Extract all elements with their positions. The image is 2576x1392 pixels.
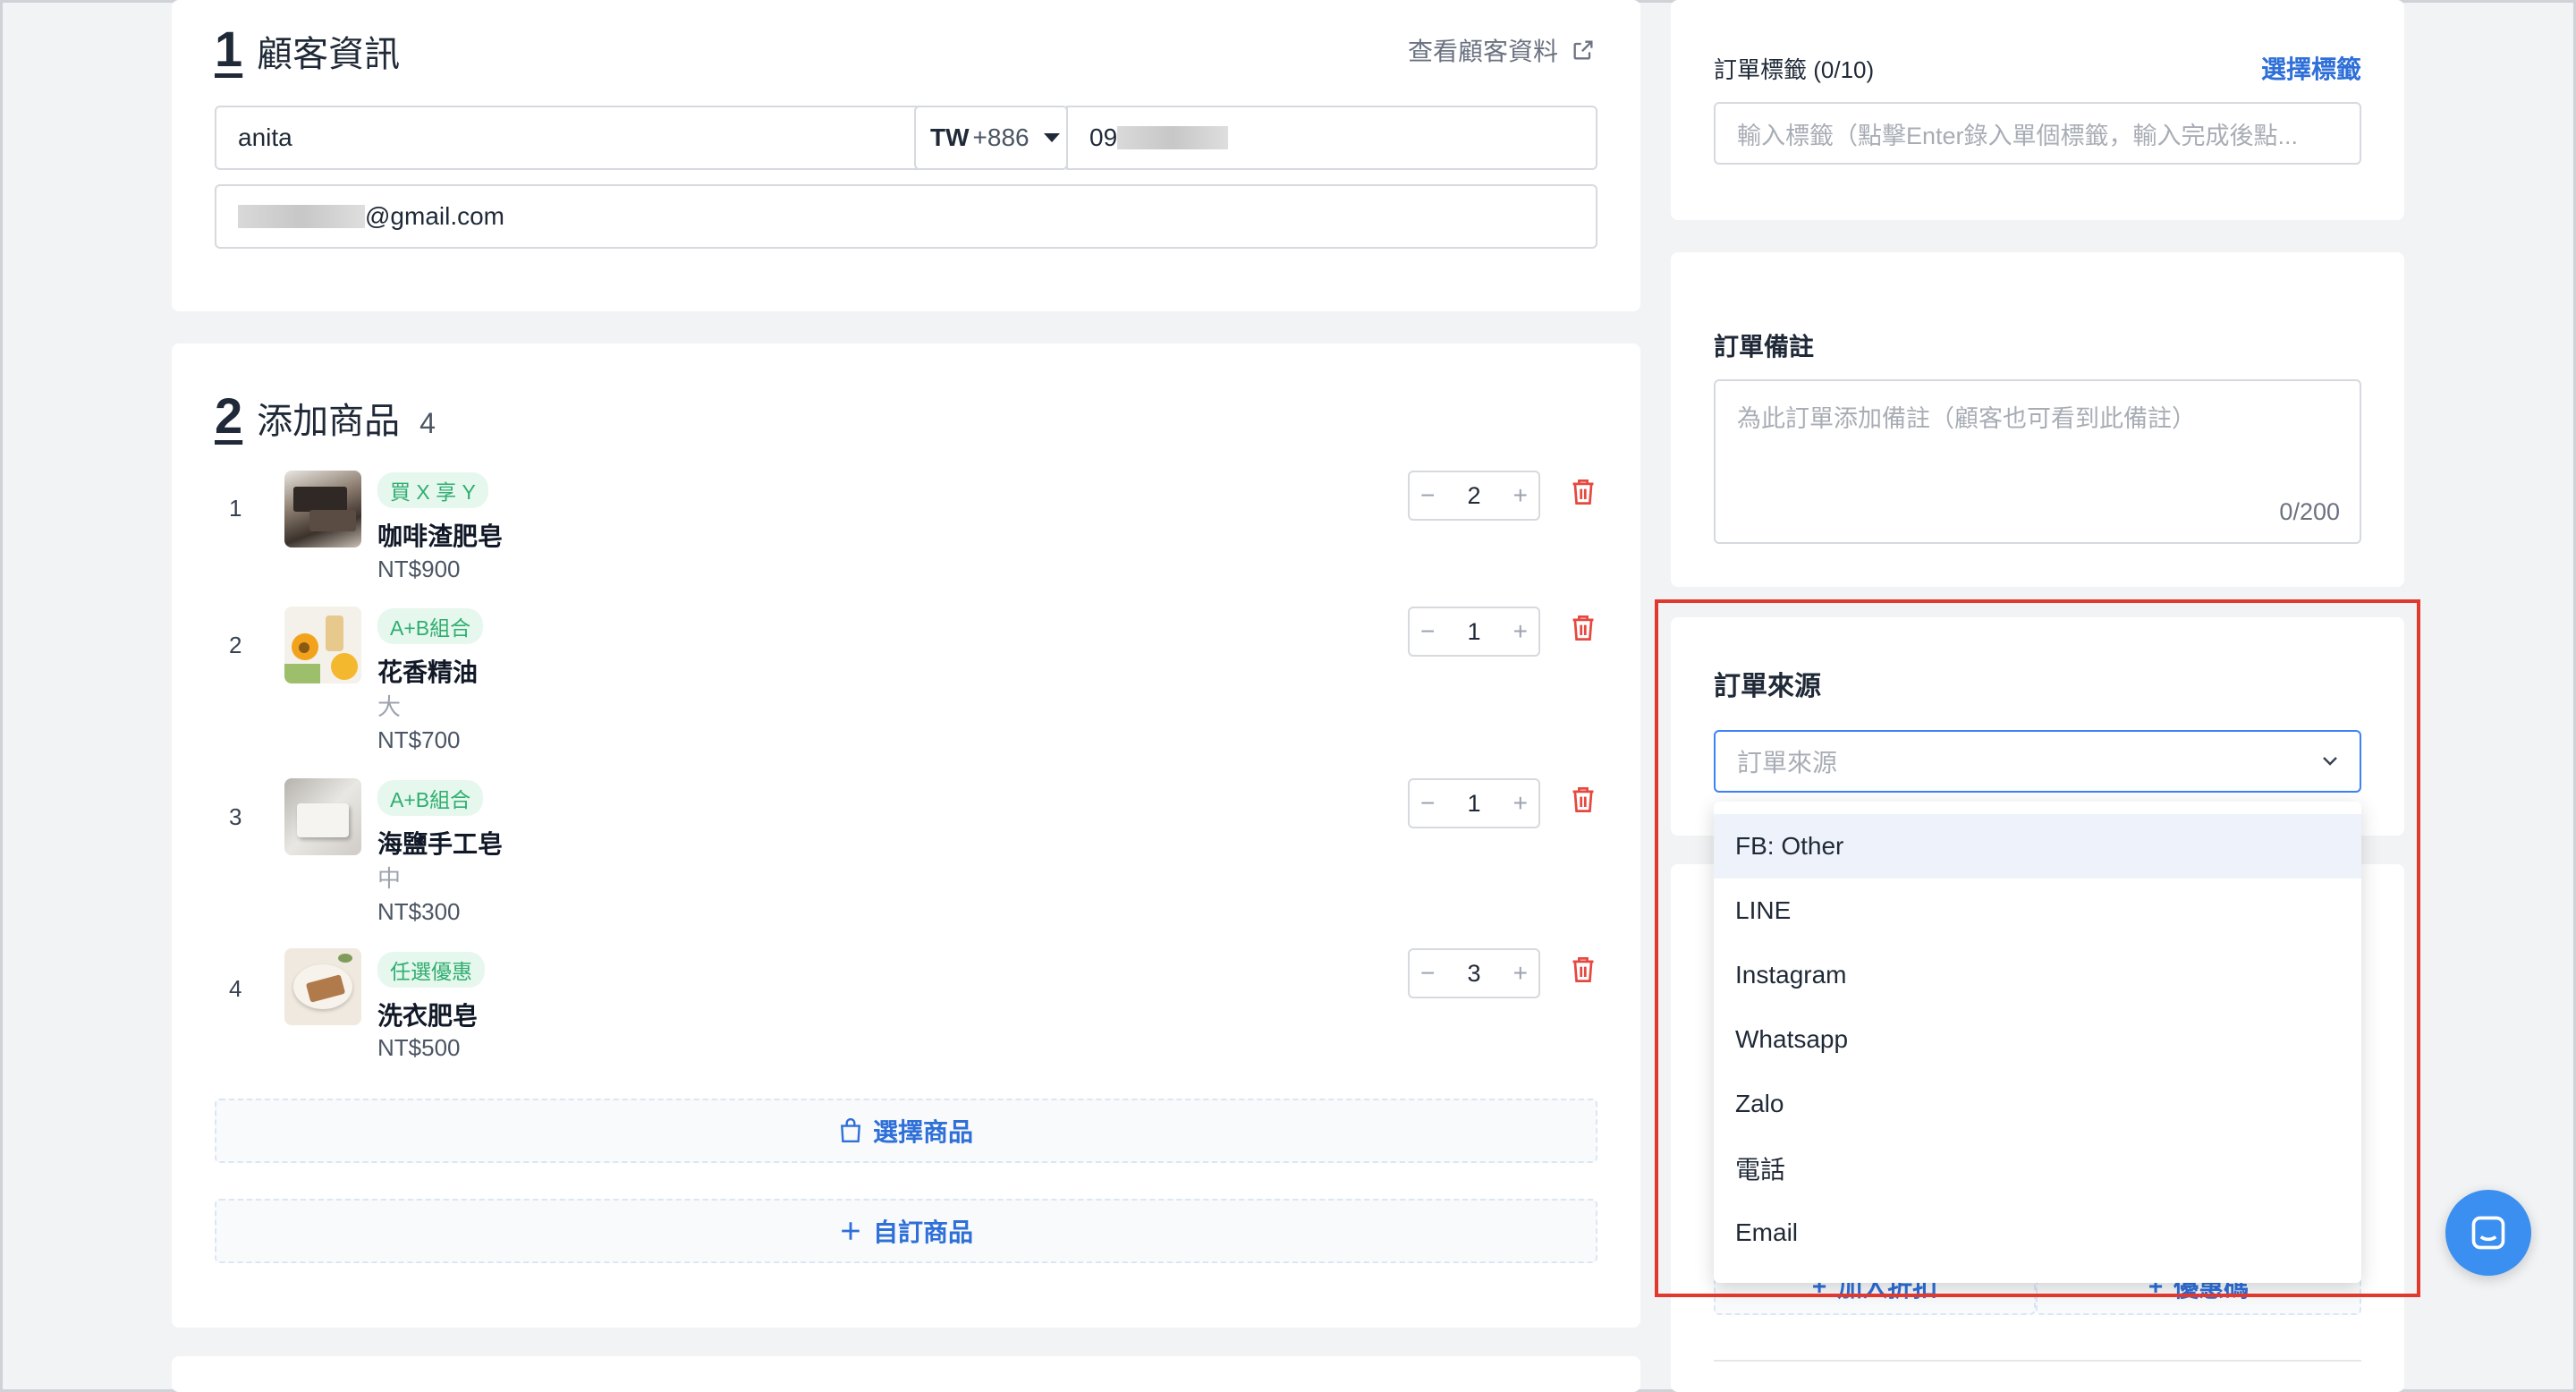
order-notes-label: 訂單備註	[1714, 333, 1815, 361]
quantity-value: 3	[1467, 959, 1481, 987]
trash-icon[interactable]	[1571, 785, 1596, 814]
select-products-button[interactable]: 選擇商品	[215, 1099, 1597, 1163]
section-number: 1	[215, 21, 243, 77]
section-title-text: 顧客資訊	[257, 35, 401, 74]
plus-icon[interactable]: +	[1513, 617, 1528, 646]
quantity-stepper[interactable]: − 1 +	[1408, 778, 1540, 828]
trash-icon[interactable]	[1571, 614, 1596, 642]
dial-code: +886	[972, 123, 1030, 151]
country-code-select[interactable]: TW +886	[914, 106, 1068, 170]
email-input[interactable]: @gmail.com	[215, 184, 1597, 249]
country-code: TW	[930, 123, 970, 151]
product-image-sea-salt-soap	[284, 778, 361, 855]
order-notes-placeholder: 為此訂單添加備註（顧客也可看到此備註）	[1737, 405, 2196, 432]
customer-card: 1 顧客資訊 查看顧客資料 anita TW +886 09 @gmail.co…	[172, 0, 1640, 311]
minus-icon[interactable]: −	[1420, 481, 1435, 510]
product-variant: 大	[377, 693, 402, 720]
section-number: 2	[215, 387, 243, 444]
view-customer-label: 查看顧客資料	[1407, 38, 1558, 65]
product-price: NT$500	[377, 1034, 461, 1061]
plus-icon[interactable]: +	[1513, 481, 1528, 510]
plus-icon[interactable]: +	[1513, 959, 1528, 988]
phone-prefix: 09	[1089, 123, 1118, 151]
row-index: 2	[229, 632, 242, 658]
order-tags-card: 訂單標籤 (0/10) 選擇標籤 輸入標籤（點擊Enter錄入單個標籤，輸入完成…	[1671, 0, 2404, 220]
highlight-box	[1655, 599, 2420, 1297]
customer-section-title: 1 顧客資訊	[215, 20, 400, 78]
quantity-stepper[interactable]: − 3 +	[1408, 948, 1540, 998]
chat-icon	[2471, 1216, 2505, 1250]
product-price: NT$700	[377, 726, 461, 753]
quantity-stepper[interactable]: − 1 +	[1408, 607, 1540, 657]
row-index: 3	[229, 803, 242, 830]
select-products-label: 選擇商品	[872, 1118, 973, 1146]
product-price: NT$300	[377, 898, 461, 925]
product-variant: 中	[377, 865, 402, 892]
quantity-value: 1	[1467, 789, 1481, 817]
minus-icon[interactable]: −	[1420, 617, 1435, 646]
customer-name-value: anita	[238, 123, 292, 151]
minus-icon[interactable]: −	[1420, 789, 1435, 818]
product-name: 花香精油	[377, 658, 479, 686]
custom-product-label: 自訂商品	[872, 1218, 973, 1246]
section-title-text: 添加商品	[257, 402, 401, 441]
product-price: NT$900	[377, 556, 461, 582]
phone-redacted	[1117, 126, 1229, 149]
order-tags-placeholder: 輸入標籤（點擊Enter錄入單個標籤，輸入完成後點...	[1737, 122, 2299, 149]
product-image-laundry-soap	[284, 948, 361, 1025]
trash-icon[interactable]	[1571, 955, 1596, 984]
row-index: 1	[229, 495, 242, 522]
chat-button[interactable]	[2445, 1190, 2531, 1276]
product-name: 咖啡渣肥皂	[377, 522, 504, 550]
product-count: 4	[419, 407, 436, 439]
order-tags-label: 訂單標籤 (0/10)	[1714, 56, 1875, 83]
product-image-essential-oil	[284, 607, 361, 683]
select-tags-link[interactable]: 選擇標籤	[2261, 50, 2361, 86]
product-name: 海鹽手工皂	[377, 830, 504, 858]
promo-tag: A+B組合	[377, 608, 484, 644]
row-index: 4	[229, 975, 242, 1002]
promo-tag: 任選優惠	[377, 952, 485, 988]
order-notes-counter: 0/200	[2279, 498, 2340, 525]
divider	[1714, 1360, 2361, 1362]
external-link-icon	[1573, 40, 1593, 60]
custom-product-button[interactable]: 自訂商品	[215, 1199, 1597, 1263]
plus-icon[interactable]: +	[1513, 789, 1528, 818]
order-tags-input[interactable]: 輸入標籤（點擊Enter錄入單個標籤，輸入完成後點...	[1714, 102, 2361, 165]
order-notes-textarea[interactable]: 為此訂單添加備註（顧客也可看到此備註） 0/200	[1714, 379, 2361, 544]
quantity-value: 2	[1467, 481, 1481, 509]
caret-down-icon	[1043, 133, 1060, 142]
products-section-title: 2 添加商品 4	[215, 386, 436, 445]
next-section-card	[172, 1356, 1640, 1392]
email-suffix: @gmail.com	[365, 202, 505, 230]
minus-icon[interactable]: −	[1420, 959, 1435, 988]
view-customer-link[interactable]: 查看顧客資料	[1408, 32, 1596, 68]
promo-tag: A+B組合	[377, 780, 484, 816]
shopping-bag-icon	[841, 1118, 860, 1143]
product-name: 洗衣肥皂	[377, 1002, 479, 1030]
trash-icon[interactable]	[1571, 478, 1596, 506]
email-redacted	[238, 205, 365, 228]
promo-tag: 買 X 享 Y	[377, 472, 488, 508]
plus-icon	[842, 1222, 860, 1240]
product-image-coffee-soap	[284, 471, 361, 547]
customer-name-input[interactable]: anita	[215, 106, 943, 170]
quantity-value: 1	[1467, 617, 1481, 645]
order-notes-card: 訂單備註 為此訂單添加備註（顧客也可看到此備註） 0/200	[1671, 252, 2404, 587]
quantity-stepper[interactable]: − 2 +	[1408, 471, 1540, 521]
phone-input[interactable]: 09	[1066, 106, 1597, 170]
